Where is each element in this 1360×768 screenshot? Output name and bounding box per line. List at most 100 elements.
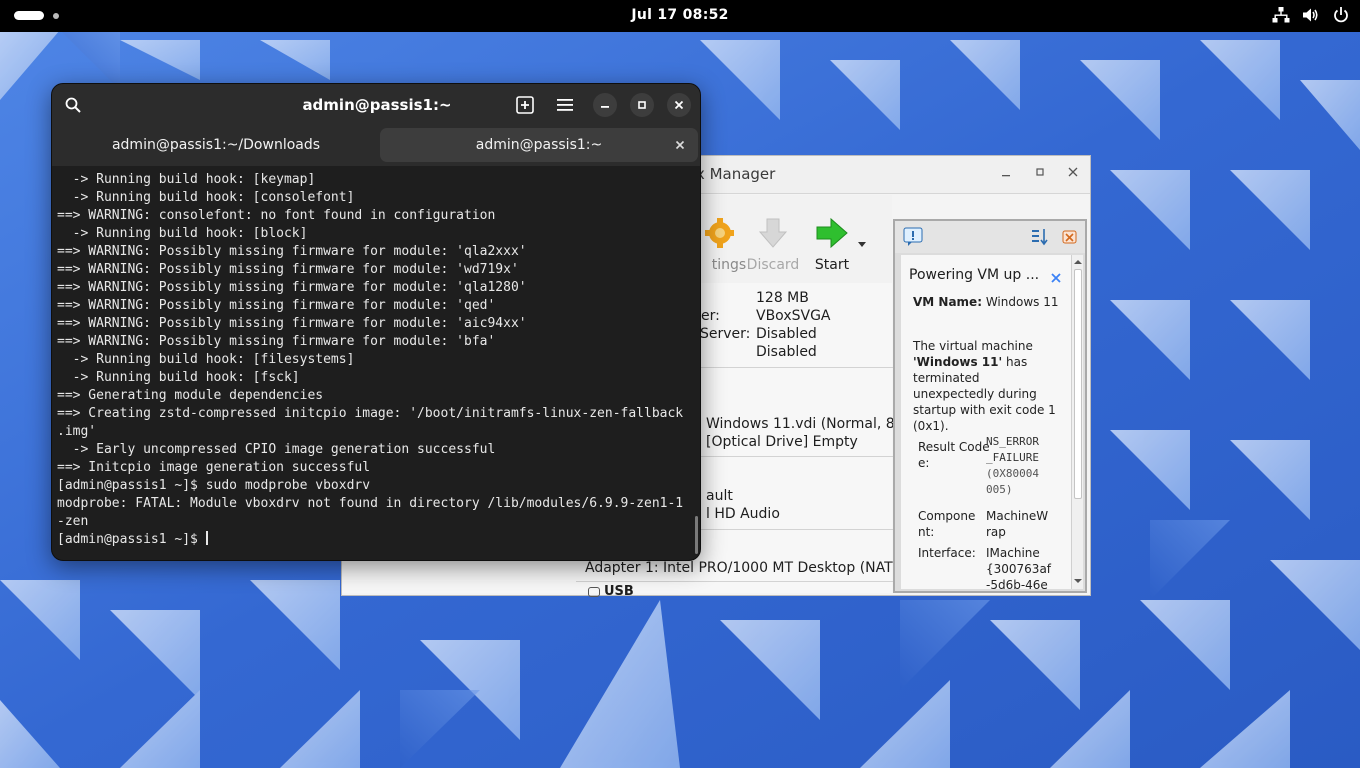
network-adapter-value: Intel PRO/1000 MT Desktop (NAT) xyxy=(663,560,899,576)
power-icon xyxy=(1334,7,1348,23)
tab-close-button[interactable] xyxy=(670,128,690,162)
notification-toggle-button[interactable] xyxy=(903,227,923,251)
recording-value: Disabled xyxy=(756,344,817,360)
terminal-menu-button[interactable] xyxy=(554,94,576,116)
terminal-line: ==> WARNING: consolefont: no font found … xyxy=(57,208,496,223)
start-arrow-icon xyxy=(816,217,848,249)
result-code-line-1: NS_ERROR xyxy=(986,435,1039,448)
component-line-2: rap xyxy=(986,525,1006,539)
network-adapter-label: Adapter 1: xyxy=(585,560,659,576)
notification-toolbar xyxy=(895,221,1085,253)
audio-driver-value: ault xyxy=(706,488,733,504)
start-label: Start xyxy=(814,257,850,273)
terminal-line: ==> Generating module dependencies xyxy=(57,388,324,403)
terminal-output[interactable]: -> Running build hook: [keymap] -> Runni… xyxy=(57,171,697,556)
sort-notifications-button[interactable] xyxy=(1031,227,1049,251)
maximize-icon xyxy=(638,101,646,109)
vbox-close-button[interactable] xyxy=(1063,164,1083,184)
remote-server-value: Disabled xyxy=(756,326,817,342)
terminal-line: ==> WARNING: Possibly missing firmware f… xyxy=(57,298,496,313)
close-icon xyxy=(1051,273,1061,283)
terminal-line: ==> Creating zstd-compressed initcpio im… xyxy=(57,406,684,421)
scroll-down-icon xyxy=(1074,579,1082,583)
chevron-down-icon xyxy=(858,242,866,247)
notification-close-button[interactable] xyxy=(1051,268,1061,287)
terminal-cursor xyxy=(205,531,208,545)
terminal-line: -> Running build hook: [fsck] xyxy=(57,370,300,385)
system-tray[interactable] xyxy=(1272,6,1350,24)
terminal-line: .img' xyxy=(57,424,97,439)
message-line-2: 'Windows 11' has xyxy=(913,354,1027,370)
terminal-header-bar[interactable]: admin@passis1:~ xyxy=(52,84,700,126)
result-code-label-1: Result Code xyxy=(918,440,990,454)
gear-icon xyxy=(705,218,734,248)
top-bar: Jul 17 08:52 xyxy=(0,0,1360,32)
close-icon xyxy=(1068,167,1078,177)
discard-arrow-icon xyxy=(758,218,788,248)
message-line-4: unexpectedly during xyxy=(913,387,1037,401)
minimize-icon xyxy=(1002,175,1010,177)
tab-home-active[interactable]: admin@passis1:~ xyxy=(380,128,698,162)
terminal-line: ==> WARNING: Possibly missing firmware f… xyxy=(57,280,527,295)
interface-line-3: -5d6b-46e xyxy=(986,578,1048,589)
remote-server-label: Server: xyxy=(700,326,751,342)
message-line-6: (0x1). xyxy=(913,419,949,433)
terminal-tab-bar: admin@passis1:~/Downloads admin@passis1:… xyxy=(52,126,700,166)
audio-controller-value: l HD Audio xyxy=(706,506,780,522)
terminal-line: -> Running build hook: [consolefont] xyxy=(57,190,355,205)
start-button[interactable]: Start xyxy=(797,217,867,273)
result-code-line-3: (0X80004 xyxy=(986,467,1039,480)
message-line-1: The virtual machine xyxy=(913,339,1033,353)
storage-disk-value: Windows 11.vdi (Normal, 80. xyxy=(706,416,909,432)
network-icon xyxy=(1272,7,1290,23)
storage-optical-value: [Optical Drive] Empty xyxy=(706,434,858,450)
new-tab-icon xyxy=(516,96,534,114)
new-tab-button[interactable] xyxy=(514,94,536,116)
notification-scrollbar[interactable] xyxy=(1071,255,1083,589)
tab-downloads[interactable]: admin@passis1:~/Downloads xyxy=(52,128,380,162)
scrollbar-thumb[interactable] xyxy=(1074,269,1082,499)
clear-all-icon xyxy=(1062,230,1077,244)
graphics-controller-label: er: xyxy=(701,308,720,324)
tab-label: admin@passis1:~ xyxy=(475,137,603,153)
terminal-line: -> Running build hook: [filesystems] xyxy=(57,352,355,367)
usb-icon xyxy=(588,586,600,597)
terminal-line: ==> Initcpio image generation successful xyxy=(57,460,371,475)
volume-icon xyxy=(1303,8,1318,22)
terminal-line: -> Early uncompressed CPIO image generat… xyxy=(57,442,496,457)
vbox-minimize-button[interactable] xyxy=(996,164,1016,184)
sort-icon xyxy=(1032,229,1048,246)
result-code-label-2: e: xyxy=(918,456,930,470)
clock[interactable]: Jul 17 08:52 xyxy=(0,7,1360,23)
usb-heading-label: USB xyxy=(604,584,634,599)
component-label-1: Compone xyxy=(918,509,976,523)
clear-notifications-button[interactable] xyxy=(1061,227,1079,251)
vm-name-label: VM Name: xyxy=(913,295,982,309)
terminal-line: [admin@passis1 ~]$ sudo modprobe vboxdrv xyxy=(57,478,371,493)
terminal-maximize-button[interactable] xyxy=(630,93,654,117)
terminal-line: -> Running build hook: [block] xyxy=(57,226,308,241)
terminal-minimize-button[interactable] xyxy=(593,93,617,117)
message-vm-name: 'Windows 11' xyxy=(913,355,1003,369)
interface-label: Interface: xyxy=(918,546,976,560)
terminal-line: ==> WARNING: Possibly missing firmware f… xyxy=(57,334,496,349)
video-memory-value: 128 MB xyxy=(756,290,809,306)
terminal-line: ==> WARNING: Possibly missing firmware f… xyxy=(57,262,519,277)
message-has: has xyxy=(1002,355,1028,369)
terminal-close-button[interactable] xyxy=(667,93,691,117)
terminal-scrollbar[interactable] xyxy=(695,516,698,554)
minimize-icon xyxy=(601,106,609,108)
result-code-line-2: _FAILURE xyxy=(986,451,1039,464)
terminal-line: ==> WARNING: Possibly missing firmware f… xyxy=(57,244,527,259)
terminal-line: -> Running build hook: [keymap] xyxy=(57,172,316,187)
terminal-window: admin@passis1:~ admin@passis1:~/Download… xyxy=(51,83,701,561)
section-divider xyxy=(576,581,894,582)
close-icon xyxy=(675,140,685,150)
usb-section-heading[interactable]: USB xyxy=(588,584,634,599)
vbox-maximize-button[interactable] xyxy=(1030,164,1050,184)
hamburger-menu-icon xyxy=(557,99,573,111)
maximize-icon xyxy=(1036,168,1044,176)
notification-bubble-icon xyxy=(903,227,923,246)
start-dropdown-button[interactable] xyxy=(858,233,866,252)
notification-card: Powering VM up ... VM Name: Windows 11 T… xyxy=(901,255,1071,589)
